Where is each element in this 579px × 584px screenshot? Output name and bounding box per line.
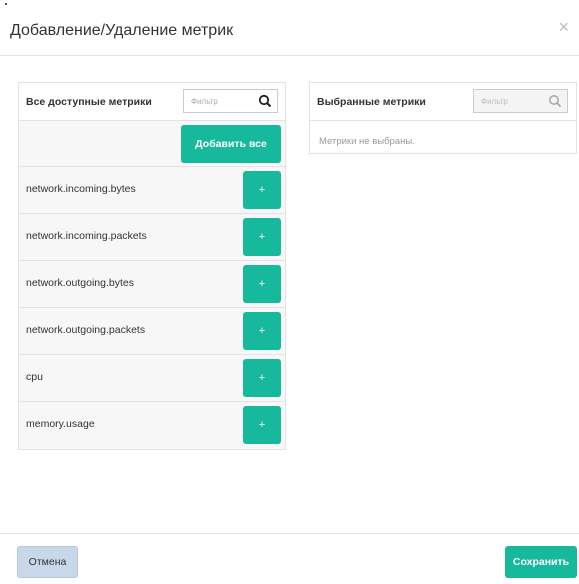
plus-icon: +: [258, 325, 266, 337]
metric-name: network.outgoing.packets: [26, 324, 146, 336]
available-filter[interactable]: [183, 89, 278, 113]
metric-name: network.incoming.bytes: [26, 183, 136, 195]
selected-metrics-title: Выбранные метрики: [317, 96, 426, 108]
metric-name: memory.usage: [26, 418, 95, 430]
add-metric-button[interactable]: +: [243, 359, 281, 397]
no-metrics-selected-text: Метрики не выбраны.: [319, 136, 415, 147]
metric-row: memory.usage +: [19, 402, 285, 449]
metric-name: cpu: [26, 371, 43, 383]
modal-header: Добавление/Удаление метрик ×: [0, 0, 579, 56]
plus-icon: +: [258, 231, 266, 243]
add-all-button[interactable]: Добавить все: [181, 125, 281, 163]
close-icon[interactable]: ×: [558, 17, 569, 38]
modal-footer: Отмена Сохранить: [0, 533, 579, 584]
modal-title: Добавление/Удаление метрик: [10, 22, 234, 39]
metric-row: network.incoming.packets +: [19, 214, 285, 261]
available-filter-input[interactable]: [184, 90, 254, 112]
selected-metrics-header: Выбранные метрики: [310, 83, 576, 121]
metric-row: cpu +: [19, 355, 285, 402]
available-metrics-list: network.incoming.bytes + network.incoming.…: [19, 167, 285, 449]
add-metric-button[interactable]: +: [243, 218, 281, 256]
available-metrics-header: Все доступные метрики: [19, 83, 285, 121]
add-metric-button[interactable]: +: [243, 265, 281, 303]
save-button[interactable]: Сохранить: [505, 546, 577, 578]
search-icon[interactable]: [258, 94, 272, 108]
plus-icon: +: [258, 278, 266, 290]
selected-metrics-panel: Выбранные метрики Метрики не выбраны.: [309, 82, 577, 154]
add-metric-button[interactable]: +: [243, 406, 281, 444]
plus-icon: +: [258, 184, 266, 196]
metric-row: network.incoming.bytes +: [19, 167, 285, 214]
metric-name: network.outgoing.bytes: [26, 277, 134, 289]
available-metrics-panel: Все доступные метрики Добавить все netwo…: [18, 82, 286, 450]
metric-name: network.incoming.packets: [26, 230, 147, 242]
selected-filter[interactable]: [473, 89, 568, 113]
metric-row: network.outgoing.packets +: [19, 308, 285, 355]
cancel-button[interactable]: Отмена: [17, 546, 78, 578]
available-metrics-title: Все доступные метрики: [26, 96, 152, 108]
plus-icon: +: [258, 372, 266, 384]
plus-icon: +: [258, 419, 266, 431]
add-all-row: Добавить все: [19, 121, 285, 167]
selected-filter-input[interactable]: [474, 90, 544, 112]
metric-row: network.outgoing.bytes +: [19, 261, 285, 308]
add-metric-button[interactable]: +: [243, 312, 281, 350]
add-metric-button[interactable]: +: [243, 171, 281, 209]
search-icon[interactable]: [548, 94, 562, 108]
